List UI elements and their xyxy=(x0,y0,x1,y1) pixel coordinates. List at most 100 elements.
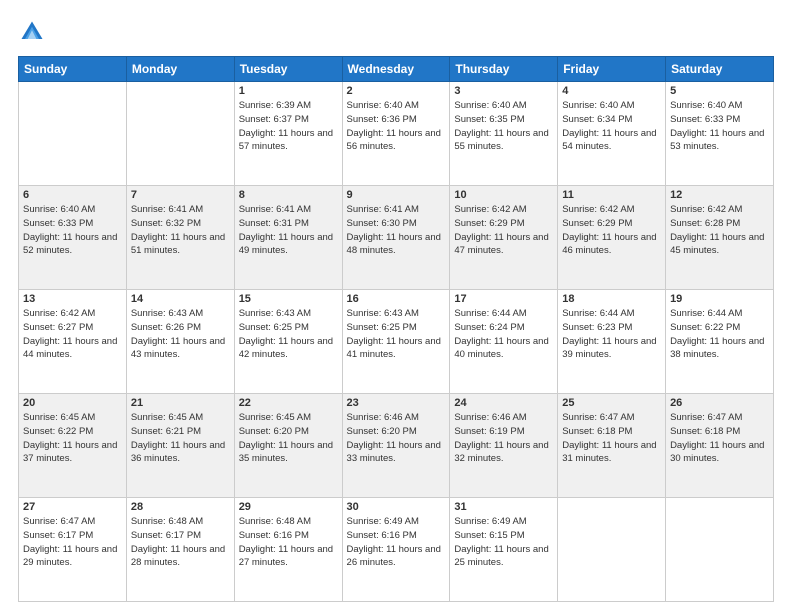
calendar-cell: 8Sunrise: 6:41 AMSunset: 6:31 PMDaylight… xyxy=(234,186,342,290)
sunset-text: Sunset: 6:33 PM xyxy=(670,113,769,127)
sunset-text: Sunset: 6:21 PM xyxy=(131,425,230,439)
day-info: Sunrise: 6:42 AMSunset: 6:27 PMDaylight:… xyxy=(23,307,122,362)
week-row-1: 1Sunrise: 6:39 AMSunset: 6:37 PMDaylight… xyxy=(19,82,774,186)
calendar-cell: 12Sunrise: 6:42 AMSunset: 6:28 PMDayligh… xyxy=(666,186,774,290)
sunrise-text: Sunrise: 6:42 AM xyxy=(670,203,769,217)
sunrise-text: Sunrise: 6:46 AM xyxy=(347,411,446,425)
calendar-cell: 5 Sunrise: 6:40 AMSunset: 6:33 PMDaylight… xyxy=(666,82,774,186)
sunset-text: Sunset: 6:36 PM xyxy=(347,113,446,127)
day-info: Sunrise: 6:49 AMSunset: 6:15 PMDaylight:… xyxy=(454,515,553,570)
day-number: 13 xyxy=(23,293,122,305)
sunrise-text: Sunrise: 6:43 AM xyxy=(239,307,338,321)
day-number: 15 xyxy=(239,293,338,305)
day-number: 22 xyxy=(239,397,338,409)
day-number: 10 xyxy=(454,189,553,201)
sunset-text: Sunset: 6:28 PM xyxy=(670,217,769,231)
sunset-text: Sunset: 6:24 PM xyxy=(454,321,553,335)
daylight-text: Daylight: 11 hours and 48 minutes. xyxy=(347,231,446,259)
sunset-text: Sunset: 6:27 PM xyxy=(23,321,122,335)
sunset-text: Sunset: 6:37 PM xyxy=(239,113,338,127)
sunrise-text: Sunrise: 6:42 AM xyxy=(562,203,661,217)
sunset-text: Sunset: 6:29 PM xyxy=(454,217,553,231)
calendar-cell xyxy=(666,498,774,602)
sunset-text: Sunset: 6:18 PM xyxy=(670,425,769,439)
calendar: SundayMondayTuesdayWednesdayThursdayFrid… xyxy=(18,56,774,602)
day-number: 4 xyxy=(562,85,661,97)
day-info: Sunrise: 6:39 AMSunset: 6:37 PMDaylight:… xyxy=(239,99,338,154)
sunrise-text: Sunrise: 6:40 AM xyxy=(562,99,661,113)
day-info: Sunrise: 6:48 AMSunset: 6:16 PMDaylight:… xyxy=(239,515,338,570)
day-info: Sunrise: 6:41 AMSunset: 6:32 PMDaylight:… xyxy=(131,203,230,258)
daylight-text: Daylight: 11 hours and 26 minutes. xyxy=(347,543,446,571)
calendar-cell xyxy=(126,82,234,186)
sunset-text: Sunset: 6:16 PM xyxy=(239,529,338,543)
day-info: Sunrise: 6:43 AMSunset: 6:25 PMDaylight:… xyxy=(239,307,338,362)
sunrise-text: Sunrise: 6:49 AM xyxy=(347,515,446,529)
day-number: 5 xyxy=(670,85,769,97)
calendar-cell: 23Sunrise: 6:46 AMSunset: 6:20 PMDayligh… xyxy=(342,394,450,498)
day-number: 16 xyxy=(347,293,446,305)
daylight-text: Daylight: 11 hours and 31 minutes. xyxy=(562,439,661,467)
calendar-cell: 22Sunrise: 6:45 AMSunset: 6:20 PMDayligh… xyxy=(234,394,342,498)
sunrise-text: Sunrise: 6:42 AM xyxy=(454,203,553,217)
sunrise-text: Sunrise: 6:48 AM xyxy=(131,515,230,529)
daylight-text: Daylight: 11 hours and 47 minutes. xyxy=(454,231,553,259)
sunrise-text: Sunrise: 6:48 AM xyxy=(239,515,338,529)
day-number: 3 xyxy=(454,85,553,97)
sunrise-text: Sunrise: 6:41 AM xyxy=(347,203,446,217)
day-number: 7 xyxy=(131,189,230,201)
sunset-text: Sunset: 6:30 PM xyxy=(347,217,446,231)
sunset-text: Sunset: 6:17 PM xyxy=(131,529,230,543)
day-info: Sunrise: 6:45 AMSunset: 6:21 PMDaylight:… xyxy=(131,411,230,466)
week-row-5: 27Sunrise: 6:47 AMSunset: 6:17 PMDayligh… xyxy=(19,498,774,602)
calendar-cell: 7 Sunrise: 6:41 AMSunset: 6:32 PMDaylight… xyxy=(126,186,234,290)
daylight-text: Daylight: 11 hours and 41 minutes. xyxy=(347,335,446,363)
weekday-header-friday: Friday xyxy=(558,57,666,82)
sunset-text: Sunset: 6:31 PM xyxy=(239,217,338,231)
calendar-cell: 29Sunrise: 6:48 AMSunset: 6:16 PMDayligh… xyxy=(234,498,342,602)
daylight-text: Daylight: 11 hours and 39 minutes. xyxy=(562,335,661,363)
day-number: 21 xyxy=(131,397,230,409)
day-info: Sunrise: 6:47 AMSunset: 6:18 PMDaylight:… xyxy=(670,411,769,466)
daylight-text: Daylight: 11 hours and 49 minutes. xyxy=(239,231,338,259)
day-info: Sunrise: 6:46 AMSunset: 6:19 PMDaylight:… xyxy=(454,411,553,466)
daylight-text: Daylight: 11 hours and 53 minutes. xyxy=(670,127,769,155)
daylight-text: Daylight: 11 hours and 30 minutes. xyxy=(670,439,769,467)
daylight-text: Daylight: 11 hours and 32 minutes. xyxy=(454,439,553,467)
day-info: Sunrise: 6:44 AMSunset: 6:24 PMDaylight:… xyxy=(454,307,553,362)
daylight-text: Daylight: 11 hours and 28 minutes. xyxy=(131,543,230,571)
calendar-cell: 13 Sunrise: 6:42 AMSunset: 6:27 PMDayligh… xyxy=(19,290,127,394)
calendar-cell: 11Sunrise: 6:42 AMSunset: 6:29 PMDayligh… xyxy=(558,186,666,290)
day-number: 2 xyxy=(347,85,446,97)
sunset-text: Sunset: 6:25 PM xyxy=(239,321,338,335)
sunset-text: Sunset: 6:22 PM xyxy=(670,321,769,335)
calendar-cell: 31Sunrise: 6:49 AMSunset: 6:15 PMDayligh… xyxy=(450,498,558,602)
weekday-header-row: SundayMondayTuesdayWednesdayThursdayFrid… xyxy=(19,57,774,82)
day-info: Sunrise: 6:42 AMSunset: 6:29 PMDaylight:… xyxy=(562,203,661,258)
calendar-cell: 27Sunrise: 6:47 AMSunset: 6:17 PMDayligh… xyxy=(19,498,127,602)
day-info: Sunrise: 6:46 AMSunset: 6:20 PMDaylight:… xyxy=(347,411,446,466)
daylight-text: Daylight: 11 hours and 56 minutes. xyxy=(347,127,446,155)
day-number: 14 xyxy=(131,293,230,305)
header xyxy=(18,18,774,46)
day-number: 8 xyxy=(239,189,338,201)
day-info: Sunrise: 6:49 AMSunset: 6:16 PMDaylight:… xyxy=(347,515,446,570)
calendar-cell: 25Sunrise: 6:47 AMSunset: 6:18 PMDayligh… xyxy=(558,394,666,498)
daylight-text: Daylight: 11 hours and 46 minutes. xyxy=(562,231,661,259)
day-info: Sunrise: 6:40 AMSunset: 6:33 PMDaylight:… xyxy=(670,99,769,154)
weekday-header-sunday: Sunday xyxy=(19,57,127,82)
day-number: 30 xyxy=(347,501,446,513)
daylight-text: Daylight: 11 hours and 44 minutes. xyxy=(23,335,122,363)
calendar-cell: 10 Sunrise: 6:42 AMSunset: 6:29 PMDayligh… xyxy=(450,186,558,290)
day-info: Sunrise: 6:44 AMSunset: 6:23 PMDaylight:… xyxy=(562,307,661,362)
calendar-cell: 15 Sunrise: 6:43 AMSunset: 6:25 PMDayligh… xyxy=(234,290,342,394)
calendar-cell: 9 Sunrise: 6:41 AMSunset: 6:30 PMDaylight… xyxy=(342,186,450,290)
weekday-header-saturday: Saturday xyxy=(666,57,774,82)
day-number: 6 xyxy=(23,189,122,201)
sunrise-text: Sunrise: 6:40 AM xyxy=(23,203,122,217)
day-number: 9 xyxy=(347,189,446,201)
daylight-text: Daylight: 11 hours and 38 minutes. xyxy=(670,335,769,363)
sunset-text: Sunset: 6:20 PM xyxy=(347,425,446,439)
calendar-cell xyxy=(19,82,127,186)
daylight-text: Daylight: 11 hours and 42 minutes. xyxy=(239,335,338,363)
